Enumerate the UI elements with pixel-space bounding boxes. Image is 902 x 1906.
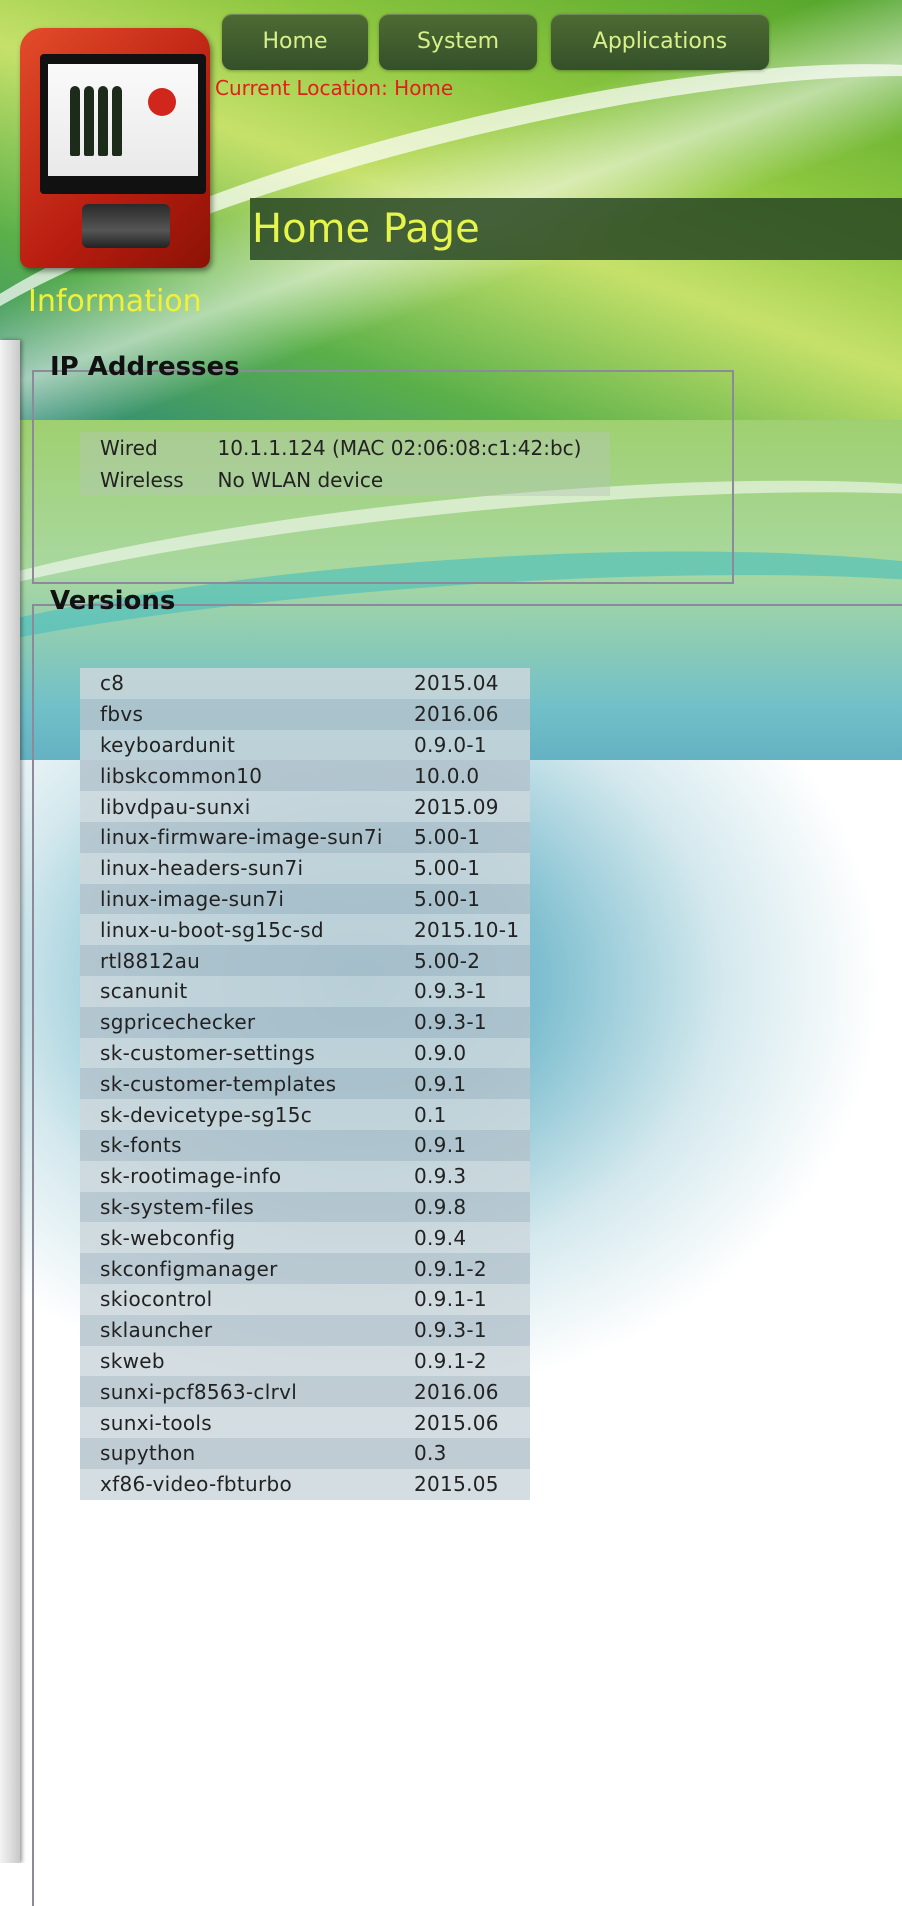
package-name: sk-webconfig	[80, 1222, 394, 1254]
package-name: sk-rootimage-info	[80, 1160, 394, 1192]
package-name: linux-firmware-image-sun7i	[80, 821, 394, 853]
package-name: libskcommon10	[80, 760, 394, 792]
package-name: skweb	[80, 1345, 394, 1377]
version-row: sk-system-files 0.9.8	[80, 1191, 530, 1223]
version-row: sk-customer-settings 0.9.0	[80, 1037, 530, 1069]
package-name: fbvs	[80, 698, 394, 730]
package-name: linux-image-sun7i	[80, 883, 394, 915]
package-version: 2016.06	[394, 698, 530, 730]
version-row: keyboardunit 0.9.0-1	[80, 729, 530, 761]
package-version: 5.00-1	[394, 821, 530, 853]
nav-system-button[interactable]: System	[379, 14, 537, 70]
package-version: 2016.06	[394, 1376, 530, 1408]
package-name: linux-headers-sun7i	[80, 852, 394, 884]
package-name: rtl8812au	[80, 945, 394, 976]
version-row: sunxi-pcf8563-clrvl 2016.06	[80, 1376, 530, 1408]
package-name: skconfigmanager	[80, 1253, 394, 1284]
version-row: sk-fonts 0.9.1	[80, 1129, 530, 1161]
package-name: keyboardunit	[80, 729, 394, 761]
package-version: 10.0.0	[394, 760, 530, 792]
version-row: xf86-video-fbturbo 2015.05	[80, 1468, 530, 1500]
version-row: linux-image-sun7i 5.00-1	[80, 883, 530, 915]
package-name: sk-customer-settings	[80, 1037, 394, 1069]
version-row: sk-devicetype-sg15c 0.1	[80, 1099, 530, 1130]
ip-value: 10.1.1.124 (MAC 02:06:08:c1:42:bc)	[197, 432, 610, 464]
version-row: sk-rootimage-info 0.9.3	[80, 1160, 530, 1192]
version-row: rtl8812au 5.00-2	[80, 945, 530, 976]
version-row: skiocontrol 0.9.1-1	[80, 1283, 530, 1315]
version-row: libvdpau-sunxi 2015.09	[80, 791, 530, 822]
package-version: 5.00-1	[394, 852, 530, 884]
package-name: sunxi-tools	[80, 1407, 394, 1438]
package-name: sgpricechecker	[80, 1006, 394, 1038]
package-name: sklauncher	[80, 1314, 394, 1346]
package-version: 0.9.3-1	[394, 1006, 530, 1038]
version-row: sk-webconfig 0.9.4	[80, 1222, 530, 1254]
package-version: 5.00-2	[394, 945, 530, 976]
version-row: supython 0.3	[80, 1437, 530, 1469]
package-version: 0.9.1-2	[394, 1253, 530, 1284]
package-name: scanunit	[80, 975, 394, 1007]
package-version: 0.3	[394, 1437, 530, 1469]
package-version: 0.9.1	[394, 1129, 530, 1161]
package-name: linux-u-boot-sg15c-sd	[80, 914, 394, 946]
nav-home-button[interactable]: Home	[222, 14, 368, 70]
page-title-bar: Home Page	[250, 198, 902, 260]
nav-applications-button[interactable]: Applications	[551, 14, 769, 70]
package-name: libvdpau-sunxi	[80, 791, 394, 822]
package-name: sunxi-pcf8563-clrvl	[80, 1376, 394, 1408]
package-version: 0.9.1	[394, 1068, 530, 1100]
package-version: 0.9.8	[394, 1191, 530, 1223]
versions-table: c8 2015.04 fbvs 2016.06 keyboardunit 0.9.0-1 l…	[80, 668, 530, 1500]
version-row: skconfigmanager 0.9.1-2	[80, 1253, 530, 1284]
package-name: sk-fonts	[80, 1129, 394, 1161]
ip-row: Wireless No WLAN device	[80, 464, 610, 496]
package-version: 2015.05	[394, 1468, 530, 1500]
package-name: c8	[80, 668, 394, 699]
package-version: 0.9.1-2	[394, 1345, 530, 1377]
version-row: skweb 0.9.1-2	[80, 1345, 530, 1377]
version-row: sunxi-tools 2015.06	[80, 1407, 530, 1438]
version-row: linux-headers-sun7i 5.00-1	[80, 852, 530, 884]
package-name: xf86-video-fbturbo	[80, 1468, 394, 1500]
version-row: sklauncher 0.9.3-1	[80, 1314, 530, 1346]
package-version: 2015.06	[394, 1407, 530, 1438]
version-row: sgpricechecker 0.9.3-1	[80, 1006, 530, 1038]
version-row: c8 2015.04	[80, 668, 530, 699]
ip-value: No WLAN device	[197, 464, 610, 496]
package-version: 0.9.0-1	[394, 729, 530, 761]
package-name: sk-system-files	[80, 1191, 394, 1223]
versions-legend: Versions	[50, 586, 176, 616]
ip-addresses-legend: IP Addresses	[50, 352, 240, 382]
package-version: 0.9.1-1	[394, 1283, 530, 1315]
package-version: 0.9.3	[394, 1160, 530, 1192]
ip-addresses-table: Wired 10.1.1.124 (MAC 02:06:08:c1:42:bc) W…	[80, 432, 610, 496]
package-version: 2015.04	[394, 668, 530, 699]
current-location: Current Location: Home	[215, 76, 454, 100]
ip-label: Wireless	[80, 464, 198, 496]
package-version: 0.9.4	[394, 1222, 530, 1254]
package-name: supython	[80, 1437, 394, 1469]
version-row: libskcommon10 10.0.0	[80, 760, 530, 792]
page-title: Home Page	[252, 206, 480, 252]
package-name: sk-devicetype-sg15c	[80, 1099, 394, 1130]
package-version: 2015.09	[394, 791, 530, 822]
ip-label: Wired	[80, 432, 198, 464]
package-name: sk-customer-templates	[80, 1068, 394, 1100]
package-version: 0.9.3-1	[394, 975, 530, 1007]
version-row: fbvs 2016.06	[80, 698, 530, 730]
version-row: linux-u-boot-sg15c-sd 2015.10-1	[80, 914, 530, 946]
package-version: 0.9.3-1	[394, 1314, 530, 1346]
device-logo-image	[20, 28, 210, 268]
ip-row: Wired 10.1.1.124 (MAC 02:06:08:c1:42:bc)	[80, 432, 610, 464]
package-version: 5.00-1	[394, 883, 530, 915]
information-heading: Information	[28, 284, 202, 319]
version-row: sk-customer-templates 0.9.1	[80, 1068, 530, 1100]
package-version: 0.9.0	[394, 1037, 530, 1069]
version-row: linux-firmware-image-sun7i 5.00-1	[80, 821, 530, 853]
package-version: 0.1	[394, 1099, 530, 1130]
package-name: skiocontrol	[80, 1283, 394, 1315]
package-version: 2015.10-1	[394, 914, 530, 946]
version-row: scanunit 0.9.3-1	[80, 975, 530, 1007]
